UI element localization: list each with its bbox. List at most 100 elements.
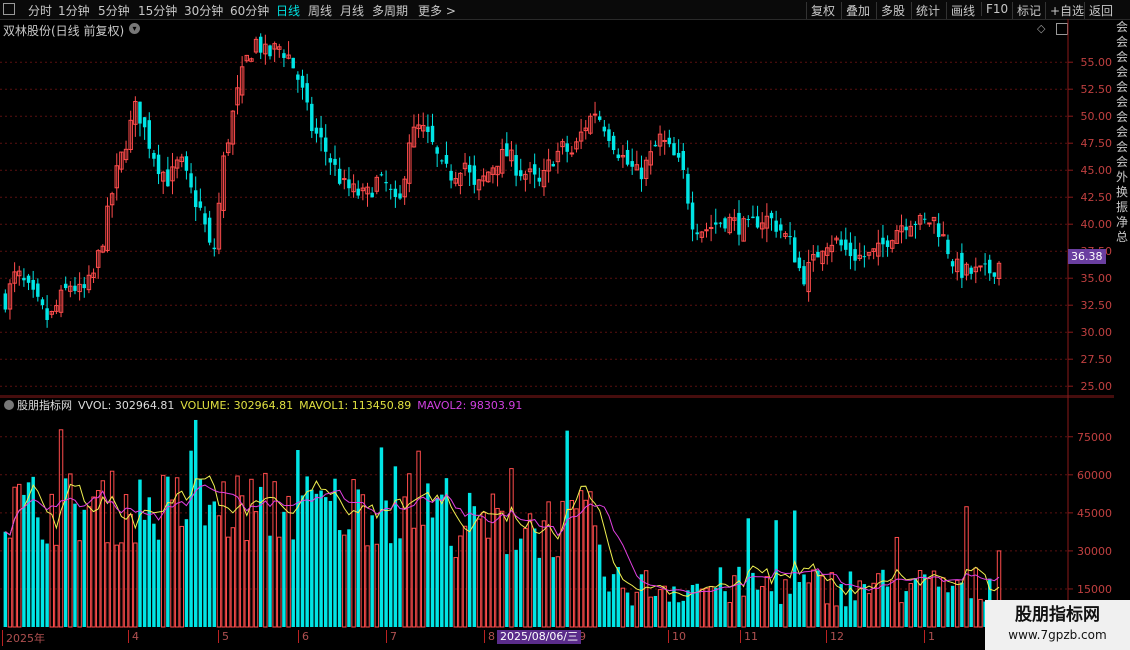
volume-bar [347, 529, 351, 627]
volume-bar [505, 554, 509, 627]
candle-body [755, 216, 760, 228]
volume-bar [337, 530, 342, 627]
tool-button[interactable]: F10 [981, 2, 1008, 16]
right-info-strip: 会会会会会会会会会会外换振净总 [1114, 20, 1130, 400]
volume-bar [216, 515, 222, 628]
price-tick-label: 52.50 [1081, 83, 1113, 96]
candle-body [467, 164, 472, 173]
volume-bar [244, 540, 250, 628]
volume-bar [917, 570, 923, 628]
period-tab[interactable]: 5分钟 [98, 2, 130, 19]
volume-bar [17, 483, 22, 628]
volume-bar [198, 479, 203, 627]
volume-bar [546, 501, 551, 628]
candle-body [310, 103, 314, 132]
volume-bar [453, 557, 458, 628]
price-chart[interactable]: 55.0052.5050.0047.5045.0042.5040.0037.50… [0, 19, 1114, 397]
volume-bar [333, 478, 337, 627]
volume-bar [834, 605, 839, 628]
volume-bar [486, 537, 491, 628]
volume-bar [225, 536, 231, 628]
volume-bar [519, 538, 523, 627]
period-tab[interactable]: 分时 [28, 2, 52, 19]
price-tick-label: 42.50 [1081, 191, 1113, 204]
candle-body [389, 188, 393, 190]
volume-bar [927, 578, 932, 628]
volume-bar [611, 574, 616, 627]
volume-bar [379, 447, 384, 627]
period-tab[interactable]: 日线 [276, 2, 300, 19]
candle-body [569, 152, 575, 155]
info-strip-label: 会 [1115, 50, 1128, 64]
candle-body [142, 117, 147, 128]
candle-body [82, 284, 86, 289]
volume-bar [7, 537, 13, 628]
period-tab[interactable]: 15分钟 [138, 2, 177, 19]
period-tab[interactable]: 月线 [340, 2, 364, 19]
candle-body [3, 293, 8, 310]
volume-bar [769, 591, 774, 627]
volume-bar [179, 525, 184, 628]
volume-bar [263, 472, 268, 628]
candle-body [936, 223, 941, 238]
period-tab[interactable]: 周线 [308, 2, 332, 19]
candle-body [774, 220, 778, 232]
volume-bar [653, 595, 658, 627]
volume-bar [495, 507, 500, 628]
candle-body [152, 152, 156, 159]
candle-body [212, 247, 216, 250]
period-tab[interactable]: 多周期 [372, 2, 408, 19]
price-tick-label: 25.00 [1081, 380, 1113, 393]
volume-bar [166, 476, 170, 627]
volume-bar [741, 595, 746, 628]
period-tab[interactable]: 60分钟 [230, 2, 269, 19]
volume-bar [955, 579, 960, 628]
candle-body [440, 160, 444, 162]
tool-button[interactable]: 复权 [806, 2, 835, 19]
date-label: 8 [484, 630, 495, 643]
volume-bar [40, 539, 45, 627]
volume-tick-label: 60000 [1077, 469, 1112, 482]
volume-bar [481, 511, 486, 628]
volume-tick-label: 15000 [1077, 583, 1112, 596]
collapse-icon[interactable] [4, 400, 14, 410]
volume-bar [12, 486, 17, 628]
volume-bar [449, 545, 453, 627]
volume-bar [630, 605, 634, 627]
tool-button[interactable]: 多股 [876, 2, 905, 19]
candle-body [532, 164, 537, 175]
candle-body [969, 267, 973, 274]
period-tab[interactable]: 更多 > [418, 2, 456, 19]
info-strip-label: 会 [1115, 65, 1128, 79]
volume-bar [239, 495, 245, 628]
volume-bar [643, 570, 649, 628]
volume-bar [820, 575, 825, 628]
volume-bar [704, 587, 709, 628]
tool-button[interactable]: 统计 [911, 2, 940, 19]
panel-toggle-icon[interactable] [3, 3, 15, 15]
volume-bar [360, 494, 366, 628]
volume-bar [147, 497, 151, 627]
volume-bar [569, 499, 575, 628]
tool-button[interactable]: 返回 [1084, 2, 1113, 19]
volume-bar [286, 495, 291, 628]
volume-bar [73, 503, 77, 627]
candle-body [797, 257, 802, 269]
volume-bar [950, 585, 955, 627]
volume-bar [978, 598, 983, 628]
candle-body [616, 154, 620, 159]
volume-chart[interactable]: 75000 60000 45000 30000 15000 [0, 397, 1114, 628]
period-tab[interactable]: 30分钟 [184, 2, 223, 19]
tool-button[interactable]: 画线 [946, 2, 975, 19]
tool-button[interactable]: 标记 [1012, 2, 1041, 19]
volume-bar [541, 520, 547, 628]
volume-bar [607, 591, 611, 627]
volume-bar [811, 569, 816, 628]
tool-button[interactable]: 叠加 [841, 2, 870, 19]
volume-bar [189, 450, 193, 627]
candle-body [978, 265, 983, 268]
period-tab[interactable]: 1分钟 [58, 2, 90, 19]
tool-button[interactable]: +自选 [1045, 2, 1084, 19]
volume-bar [398, 538, 402, 627]
candle-body [988, 259, 992, 274]
